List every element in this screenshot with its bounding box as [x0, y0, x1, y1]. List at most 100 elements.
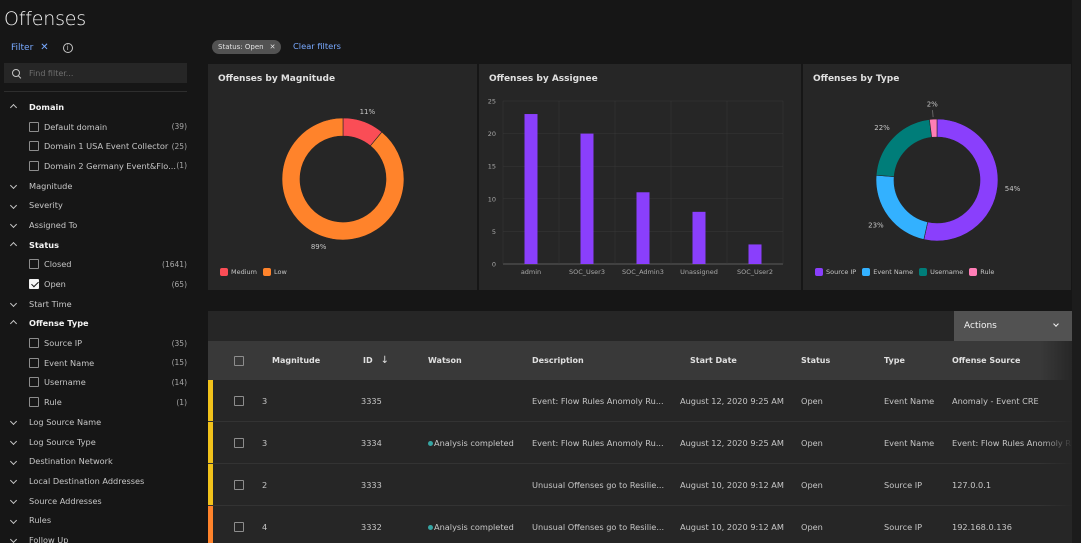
checkbox[interactable]: [29, 259, 39, 270]
facet-assigned-to[interactable]: Assigned To: [0, 215, 195, 235]
legend-item[interactable]: Event Name: [862, 268, 913, 276]
facet-severity[interactable]: Severity: [0, 195, 195, 215]
cell-status: Open: [801, 464, 823, 506]
column-header-status[interactable]: Status: [801, 341, 830, 380]
find-filter-input[interactable]: [29, 68, 179, 78]
table-row[interactable]: 3 3334 Analysis completed Event: Flow Rules…: [208, 422, 1072, 464]
column-label: Type: [884, 356, 905, 365]
bar-soc-user3[interactable]: [580, 133, 594, 264]
cell-magnitude: 3: [262, 380, 267, 422]
facet-option[interactable]: Domain 2 Germany Event&Flo... (1): [0, 156, 195, 176]
chevron-glyph: [9, 320, 18, 328]
cell-text: 127.0.0.1: [952, 480, 992, 490]
checkbox[interactable]: [29, 377, 39, 388]
option-count: (1641): [162, 259, 187, 269]
actions-dropdown[interactable]: Actions: [954, 311, 1072, 341]
column-header-type[interactable]: Type: [884, 341, 905, 380]
cell-text: Anomaly - Event CRE: [952, 396, 1039, 406]
info-icon[interactable]: i: [62, 42, 73, 53]
table-row[interactable]: 2 3333 Unusual Offenses go to Resilie... Au…: [208, 464, 1072, 506]
facet-list: Domain Default domain (39) Domain 1 USA Eve…: [0, 97, 195, 543]
facet-option[interactable]: Domain 1 USA Event Collector (25): [0, 136, 195, 156]
facet-offense-type[interactable]: Offense Type: [0, 314, 195, 334]
facet-option[interactable]: Open (65): [0, 274, 195, 294]
facet-domain[interactable]: Domain: [0, 97, 195, 117]
checkbox[interactable]: [29, 121, 39, 132]
facet-option[interactable]: Default domain (39): [0, 117, 195, 137]
checkbox-checked[interactable]: [29, 279, 39, 290]
bar-soc-admin3[interactable]: [636, 192, 650, 264]
legend-item[interactable]: Low: [263, 268, 287, 276]
row-checkbox[interactable]: [234, 438, 244, 448]
chevron-down-icon: [0, 535, 29, 543]
filter-header: Filter ✕ i: [11, 42, 73, 53]
row-checkbox[interactable]: [234, 396, 244, 406]
column-header-description[interactable]: Description: [532, 341, 584, 380]
row-checkbox[interactable]: [234, 480, 244, 490]
row-checkbox[interactable]: [234, 522, 244, 532]
legend-label: Medium: [231, 268, 257, 276]
facet-log-source-type[interactable]: Log Source Type: [0, 432, 195, 452]
facet-log-source-name[interactable]: Log Source Name: [0, 412, 195, 432]
slice-label: 89%: [311, 243, 327, 251]
facet-magnitude[interactable]: Magnitude: [0, 176, 195, 196]
remove-chip-icon[interactable]: ✕: [270, 43, 276, 51]
facet-local-destination-addresses[interactable]: Local Destination Addresses: [0, 471, 195, 491]
checkbox[interactable]: [29, 141, 39, 152]
column-header-offense-source[interactable]: Offense Source: [952, 341, 1020, 380]
facet-start-time[interactable]: Start Time: [0, 294, 195, 314]
column-header-id[interactable]: ID ↓: [363, 341, 389, 380]
option-label: Event Name: [44, 357, 95, 368]
facet-option[interactable]: Event Name (15): [0, 353, 195, 373]
facet-option[interactable]: Closed (1641): [0, 255, 195, 275]
cell-start-date: August 10, 2020 9:12 AM: [680, 506, 784, 543]
checkbox[interactable]: [29, 357, 39, 368]
column-header-watson[interactable]: Watson: [428, 341, 462, 380]
legend-swatch: [815, 268, 823, 276]
y-tick-label: 20: [488, 130, 496, 138]
checkbox[interactable]: [29, 397, 39, 408]
bar-admin[interactable]: [524, 114, 538, 264]
donut-slice-event-name[interactable]: [875, 174, 929, 240]
donut-slice-low[interactable]: [281, 117, 405, 241]
checkbox[interactable]: [29, 338, 39, 349]
table-row[interactable]: 4 3332 Analysis completed Unusual Offenses …: [208, 506, 1072, 543]
cell-text: 3: [262, 396, 268, 406]
facet-status[interactable]: Status: [0, 235, 195, 255]
facet-destination-network[interactable]: Destination Network: [0, 451, 195, 471]
column-header-magnitude[interactable]: Magnitude: [272, 341, 320, 380]
close-filter-icon[interactable]: ✕: [40, 42, 48, 53]
bar-soc-user2[interactable]: [748, 244, 762, 264]
legend-item[interactable]: Source IP: [815, 268, 856, 276]
bar-unassigned[interactable]: [692, 211, 706, 264]
checkbox[interactable]: [29, 160, 39, 171]
select-all-checkbox[interactable]: [234, 355, 244, 366]
facet-source-addresses[interactable]: Source Addresses: [0, 491, 195, 511]
chevron-down-icon: [0, 437, 29, 446]
status-filter-chip[interactable]: Status: Open ✕: [212, 40, 282, 54]
facet-label: Log Source Type: [29, 436, 96, 447]
page-scrollbar[interactable]: [1072, 0, 1081, 543]
option-label: Rule: [44, 397, 62, 408]
option-label: Username: [44, 377, 86, 388]
facet-option[interactable]: Source IP (35): [0, 333, 195, 353]
cell-text: 4: [262, 522, 268, 532]
filter-toggle[interactable]: Filter: [11, 43, 33, 53]
filter-sidebar: Filter ✕ i DomainDefault domain(39)Domai…: [0, 36, 195, 543]
column-header-start-date[interactable]: Start Date: [690, 341, 737, 380]
option-label: Source IP: [44, 338, 83, 349]
clear-filters-link[interactable]: Clear filters: [293, 41, 341, 51]
legend-item[interactable]: Rule: [969, 268, 994, 276]
chevron-down-icon: [0, 457, 29, 466]
row-select-cell: [234, 380, 244, 422]
legend-item[interactable]: Username: [919, 268, 963, 276]
sort-descending-icon[interactable]: ↓: [381, 355, 389, 366]
facet-option[interactable]: Rule (1): [0, 392, 195, 412]
facet-option[interactable]: Username (14): [0, 373, 195, 393]
chart-legend: Medium Low: [220, 268, 293, 276]
facet-follow-up[interactable]: Follow Up: [0, 530, 195, 543]
facet-rules[interactable]: Rules: [0, 510, 195, 530]
table-row[interactable]: 3 3335 Event: Flow Rules Anomoly Ru... Augu…: [208, 380, 1072, 422]
x-tick-label: SOC_User2: [737, 268, 773, 276]
legend-item[interactable]: Medium: [220, 268, 257, 276]
